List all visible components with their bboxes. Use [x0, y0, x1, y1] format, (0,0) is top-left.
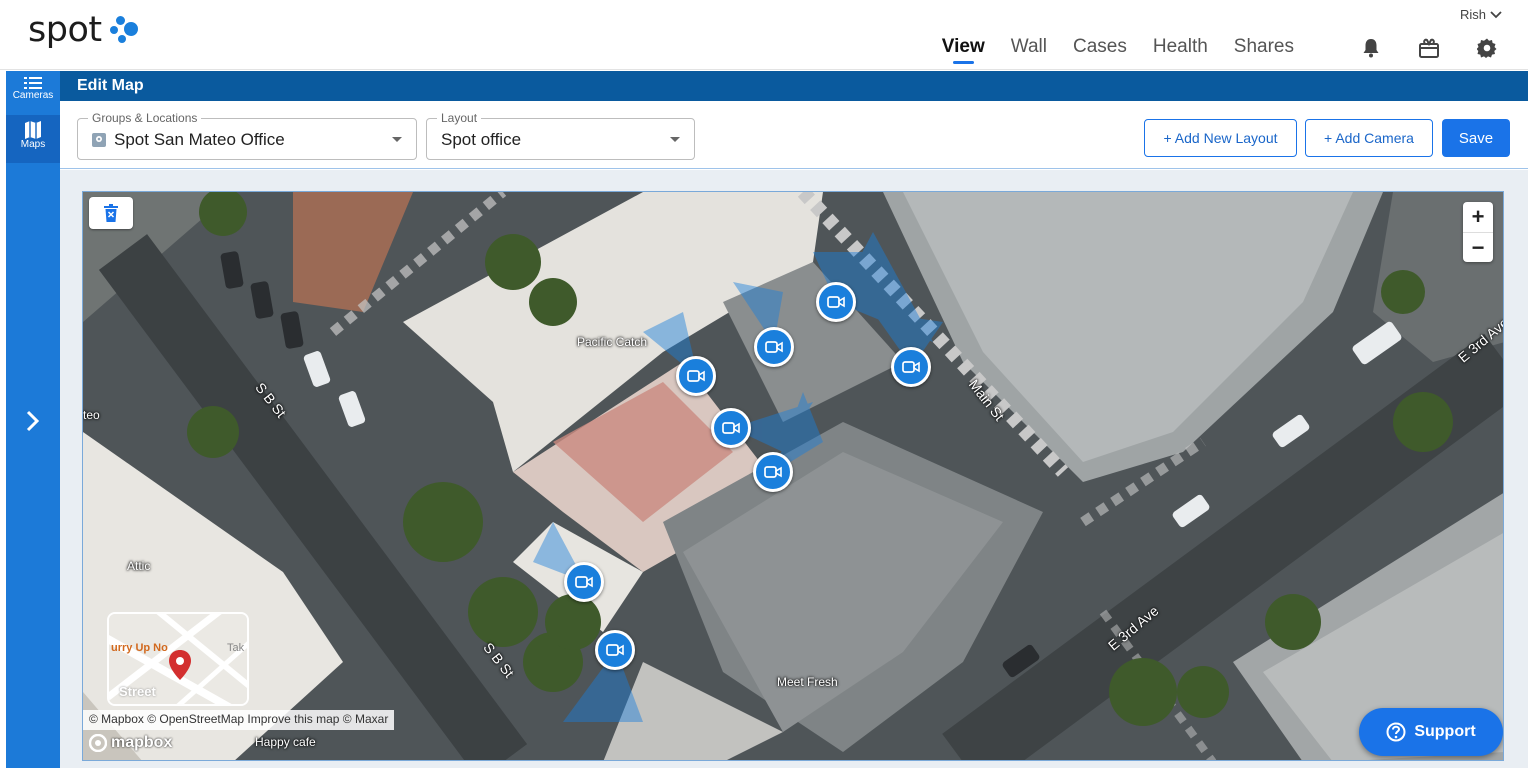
add-new-layout-button[interactable]: + Add New Layout	[1144, 119, 1297, 157]
mapbox-logo[interactable]: mapbox	[89, 734, 172, 752]
camera-pin[interactable]	[676, 356, 716, 396]
support-button[interactable]: Support	[1359, 708, 1503, 756]
page-title: Edit Map	[77, 77, 144, 94]
nav-health[interactable]: Health	[1153, 30, 1208, 66]
camera-pin[interactable]	[564, 562, 604, 602]
camera-pin[interactable]	[891, 347, 931, 387]
minimap-label: urry Up No	[111, 642, 168, 654]
nav-shares[interactable]: Shares	[1234, 30, 1294, 66]
edit-map-bar: Edit Map	[60, 71, 1528, 101]
left-rail: Cameras Maps	[6, 71, 60, 768]
map-container: Pacific Catch Attic Meet Fresh Happy caf…	[60, 170, 1528, 768]
poi-meet-fresh: Meet Fresh	[777, 675, 838, 689]
video-camera-icon	[687, 370, 705, 382]
groups-locations-select[interactable]: Groups & Locations Spot San Mateo Office	[77, 111, 417, 160]
nav-wall[interactable]: Wall	[1011, 30, 1047, 66]
help-icon	[1386, 722, 1406, 742]
video-camera-icon	[827, 296, 845, 308]
minimap-label: Street	[119, 684, 156, 699]
expand-panel-button[interactable]	[6, 401, 60, 441]
video-camera-icon	[575, 576, 593, 588]
rail-item-maps[interactable]: Maps	[6, 115, 60, 163]
camera-pin[interactable]	[754, 327, 794, 367]
video-camera-icon	[765, 341, 783, 353]
rail-cameras-label: Cameras	[12, 90, 54, 101]
video-camera-icon	[606, 644, 624, 656]
poi-attic: Attic	[127, 559, 151, 573]
video-camera-icon	[764, 466, 782, 478]
groups-locations-label: Groups & Locations	[88, 111, 202, 125]
map-icon	[25, 121, 41, 139]
list-icon	[24, 77, 42, 89]
map-marker-icon	[169, 650, 191, 680]
nav-cases[interactable]: Cases	[1073, 30, 1127, 66]
user-menu[interactable]: Rish	[1460, 7, 1502, 22]
layout-value: Spot office	[441, 130, 522, 149]
video-camera-icon	[902, 361, 920, 373]
mapbox-icon	[89, 734, 107, 752]
spot-logo[interactable]: spot	[28, 10, 140, 50]
map-attribution[interactable]: © Mapbox © OpenStreetMap Improve this ma…	[83, 710, 395, 730]
camera-pin[interactable]	[595, 630, 635, 670]
poi-pacific-catch: Pacific Catch	[577, 335, 648, 349]
gear-icon[interactable]	[1476, 37, 1498, 59]
zoom-out-button[interactable]: −	[1463, 232, 1493, 262]
bell-icon[interactable]	[1360, 37, 1382, 59]
poi-happy-cafe: Happy cafe	[255, 735, 316, 749]
rail-maps-label: Maps	[20, 139, 46, 150]
location-pin-icon	[92, 133, 106, 147]
minimap-label: Tak	[227, 642, 245, 654]
zoom-controls: + −	[1463, 202, 1493, 262]
satellite-map[interactable]: Pacific Catch Attic Meet Fresh Happy caf…	[82, 191, 1504, 761]
zoom-in-button[interactable]: +	[1463, 202, 1493, 232]
delete-map-button[interactable]	[89, 197, 133, 229]
nav-view[interactable]: View	[942, 30, 985, 66]
chevron-down-icon	[1490, 10, 1502, 18]
camera-pin[interactable]	[753, 452, 793, 492]
mapbox-logo-text: mapbox	[111, 734, 173, 751]
logo-text: spot	[28, 10, 102, 50]
app-header: spot Rish View Wall Cases Health Shares	[0, 0, 1528, 70]
layout-label: Layout	[437, 111, 482, 125]
video-camera-icon	[722, 422, 740, 434]
gift-icon[interactable]	[1418, 37, 1440, 59]
groups-locations-value: Spot San Mateo Office	[114, 130, 285, 149]
logo-dots-icon	[109, 15, 140, 45]
dropdown-caret-icon	[392, 137, 402, 142]
support-label: Support	[1414, 723, 1476, 740]
minimap[interactable]: urry Up No Tak Street	[107, 612, 249, 706]
chevron-right-icon	[26, 410, 40, 432]
main-nav: View Wall Cases Health Shares	[942, 30, 1498, 66]
trash-icon	[104, 204, 118, 222]
dropdown-caret-icon	[670, 137, 680, 142]
rail-item-cameras[interactable]: Cameras	[6, 71, 60, 115]
camera-pin[interactable]	[816, 282, 856, 322]
add-camera-button[interactable]: + Add Camera	[1305, 119, 1433, 157]
map-toolbar: Groups & Locations Spot San Mateo Office…	[60, 101, 1528, 169]
save-button[interactable]: Save	[1442, 119, 1510, 157]
poi-teo: teo	[83, 408, 100, 422]
layout-select[interactable]: Layout Spot office	[426, 111, 695, 160]
camera-pin[interactable]	[711, 408, 751, 448]
user-name: Rish	[1459, 7, 1486, 22]
